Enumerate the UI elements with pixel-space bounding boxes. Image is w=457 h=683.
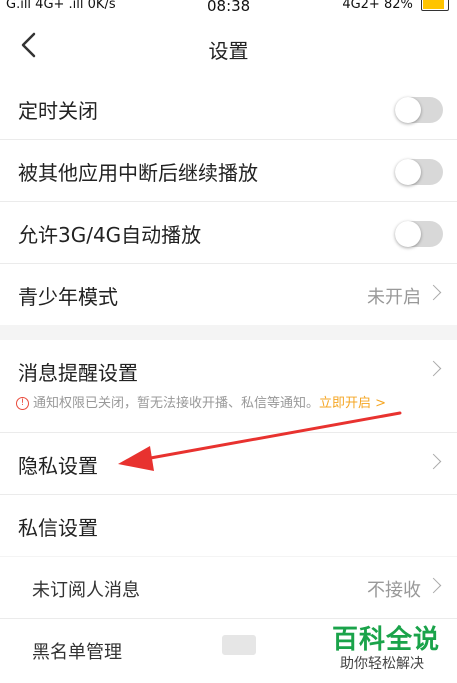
- watermark-title: 百科全说: [332, 625, 441, 655]
- annotation-arrow-line: [143, 411, 402, 461]
- watermark: 百科全说 助你轻松解决: [322, 619, 452, 679]
- annotation-arrow-head: [118, 446, 154, 471]
- watermark-subtitle: 助你轻松解决: [340, 656, 424, 672]
- annotation-overlay: [118, 411, 402, 471]
